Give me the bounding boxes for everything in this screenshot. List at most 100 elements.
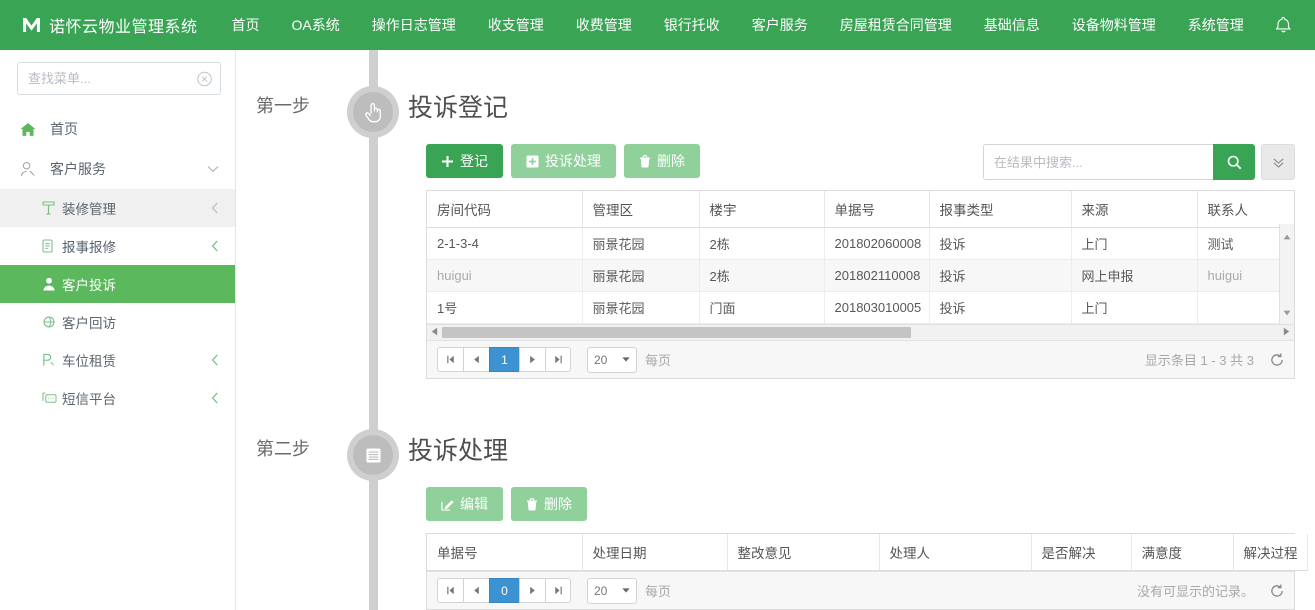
scroll-left-arrow-icon[interactable] bbox=[427, 327, 442, 338]
result-search-input[interactable] bbox=[983, 144, 1213, 180]
table-row[interactable]: huigui 丽景花园 2栋 201802110008 投诉 网上申报 huig… bbox=[427, 259, 1294, 292]
sidebar-item-home[interactable]: 首页 bbox=[0, 109, 235, 149]
col-report-type[interactable]: 报事类型 bbox=[929, 191, 1072, 228]
nav-item-lease-contract[interactable]: 房屋租赁合同管理 bbox=[824, 0, 968, 50]
delete-button[interactable]: 删除 bbox=[624, 144, 700, 178]
sidebar-item-customer-revisit[interactable]: 客户回访 bbox=[0, 303, 235, 341]
register-button[interactable]: 登记 bbox=[426, 144, 503, 178]
sidebar: 首页 客户服务 装修管理 bbox=[0, 50, 236, 610]
complaint-process-button[interactable]: 投诉处理 bbox=[511, 144, 616, 178]
app-root: 诺怀云物业管理系统 首页 OA系统 操作日志管理 收支管理 收费管理 银行托收 … bbox=[0, 0, 1315, 610]
chevron-double-down-icon[interactable] bbox=[1261, 144, 1295, 180]
col-rectification-opinion[interactable]: 整改意见 bbox=[727, 534, 880, 571]
nav-item-bank-collection[interactable]: 银行托收 bbox=[648, 0, 736, 50]
sidebar-item-report-repair[interactable]: 报事报修 bbox=[0, 227, 235, 265]
brand[interactable]: 诺怀云物业管理系统 bbox=[0, 13, 216, 37]
scroll-down-arrow-icon[interactable] bbox=[1283, 303, 1291, 321]
refresh-icon[interactable] bbox=[1270, 353, 1284, 367]
sidebar-item-label: 车位租赁 bbox=[62, 354, 116, 369]
prev-page-icon[interactable] bbox=[463, 347, 489, 372]
col-handler[interactable]: 处理人 bbox=[879, 534, 1032, 571]
hscroll-thumb[interactable] bbox=[442, 327, 911, 338]
col-document-no[interactable]: 单据号 bbox=[824, 191, 930, 228]
nav-item-oa[interactable]: OA系统 bbox=[276, 0, 356, 50]
cell-management-area: 丽景花园 bbox=[582, 227, 700, 260]
pager-status-2: 没有可显示的记录。 bbox=[1136, 584, 1254, 599]
col-is-resolved[interactable]: 是否解决 bbox=[1031, 534, 1132, 571]
sidebar-search-wrap bbox=[0, 50, 235, 103]
current-page-button[interactable]: 0 bbox=[489, 578, 519, 603]
next-page-icon[interactable] bbox=[519, 578, 545, 603]
delete-button-2[interactable]: 删除 bbox=[511, 487, 587, 521]
current-page-button[interactable]: 1 bbox=[489, 347, 519, 372]
refresh-icon[interactable] bbox=[1270, 584, 1284, 598]
step-1-toolbar: 登记 投诉处理 删除 bbox=[426, 144, 1295, 180]
menu-search-input[interactable] bbox=[18, 63, 220, 94]
col-source[interactable]: 来源 bbox=[1071, 191, 1198, 228]
table-row[interactable]: 2-1-3-4 丽景花园 2栋 201802060008 投诉 上门 测试 bbox=[427, 227, 1294, 260]
last-page-icon[interactable] bbox=[545, 347, 571, 372]
page-size-select-2[interactable]: 20 bbox=[587, 577, 637, 604]
nav-item-basic-info[interactable]: 基础信息 bbox=[968, 0, 1056, 50]
search-icon[interactable] bbox=[1213, 144, 1255, 180]
sidebar-item-label: 报事报修 bbox=[62, 240, 116, 255]
nav-item-home[interactable]: 首页 bbox=[216, 0, 276, 50]
cell-building: 2栋 bbox=[699, 259, 825, 292]
page-buttons-2: 0 bbox=[437, 578, 571, 603]
step-1-dot bbox=[347, 86, 399, 138]
result-search-group bbox=[983, 144, 1295, 180]
last-page-icon[interactable] bbox=[545, 578, 571, 603]
edit-button[interactable]: 编辑 bbox=[426, 487, 503, 521]
col-contact[interactable]: 联系人 bbox=[1197, 191, 1294, 228]
scroll-right-arrow-icon[interactable] bbox=[1279, 327, 1294, 338]
cell-document-no: 201803010005 bbox=[824, 291, 930, 324]
col-document-no[interactable]: 单据号 bbox=[427, 534, 583, 571]
main-content: 第一步 投诉登记 登记 投诉处理 删除 在结果中搜索... 房间代码 管理区 楼… bbox=[236, 50, 1315, 610]
vertical-scrollbar[interactable] bbox=[1279, 224, 1294, 324]
hscroll-track[interactable] bbox=[442, 325, 1279, 340]
nav-item-income-expense[interactable]: 收支管理 bbox=[472, 0, 560, 50]
top-nav-right bbox=[1260, 0, 1315, 50]
prev-page-icon[interactable] bbox=[463, 578, 489, 603]
sidebar-item-parking-lease[interactable]: 车位租赁 bbox=[0, 341, 235, 379]
sidebar-item-customer-service[interactable]: 客户服务 bbox=[0, 149, 235, 189]
col-management-area[interactable]: 管理区 bbox=[582, 191, 700, 228]
col-resolution-process[interactable]: 解决过程 bbox=[1233, 534, 1308, 571]
col-process-date[interactable]: 处理日期 bbox=[582, 534, 728, 571]
list-lines-icon bbox=[353, 435, 393, 475]
sidebar-item-customer-complaint[interactable]: 客户投诉 bbox=[0, 265, 235, 303]
sidebar-item-label: 客户回访 bbox=[62, 316, 116, 331]
scroll-up-arrow-icon[interactable] bbox=[1283, 227, 1291, 245]
bell-icon[interactable] bbox=[1260, 0, 1307, 50]
menu-search-box[interactable] bbox=[17, 62, 221, 95]
user-icon[interactable] bbox=[1307, 0, 1315, 50]
col-satisfaction[interactable]: 满意度 bbox=[1131, 534, 1234, 571]
cell-report-type: 投诉 bbox=[929, 227, 1072, 260]
horizontal-scrollbar[interactable] bbox=[427, 324, 1294, 340]
cell-document-no: 201802060008 bbox=[824, 227, 930, 260]
edit-icon bbox=[441, 498, 454, 511]
nav-item-charging[interactable]: 收费管理 bbox=[560, 0, 648, 50]
col-room-code[interactable]: 房间代码 bbox=[427, 191, 583, 228]
step-1-number: 第一步 bbox=[256, 96, 310, 116]
first-page-icon[interactable] bbox=[437, 347, 463, 372]
table-row[interactable]: 1号 丽景花园 门面 201803010005 投诉 上门 bbox=[427, 291, 1294, 324]
nav-item-equipment-material[interactable]: 设备物料管理 bbox=[1056, 0, 1172, 50]
nav-item-system-management[interactable]: 系统管理 bbox=[1172, 0, 1260, 50]
sidebar-item-decoration-management[interactable]: 装修管理 bbox=[0, 189, 235, 227]
next-page-icon[interactable] bbox=[519, 347, 545, 372]
sidebar-item-label: 短信平台 bbox=[62, 392, 116, 407]
hand-pointer-icon bbox=[353, 92, 393, 132]
nav-item-customer-service[interactable]: 客户服务 bbox=[736, 0, 824, 50]
sidebar-item-sms-platform[interactable]: 短信平台 bbox=[0, 379, 235, 417]
clear-circle-icon[interactable] bbox=[197, 71, 212, 86]
cell-room-code: 1号 bbox=[427, 291, 583, 324]
col-building[interactable]: 楼宇 bbox=[699, 191, 825, 228]
nav-item-operation-log[interactable]: 操作日志管理 bbox=[356, 0, 472, 50]
first-page-icon[interactable] bbox=[437, 578, 463, 603]
cell-source: 网上申报 bbox=[1071, 259, 1198, 292]
page-size-select-1[interactable]: 20 bbox=[587, 346, 637, 373]
pager-2: 0 20 每页 没有可显示的记录。 bbox=[427, 571, 1294, 609]
top-nav-items: 首页 OA系统 操作日志管理 收支管理 收费管理 银行托收 客户服务 房屋租赁合… bbox=[216, 0, 1260, 50]
per-page-label-2: 每页 bbox=[645, 584, 672, 599]
